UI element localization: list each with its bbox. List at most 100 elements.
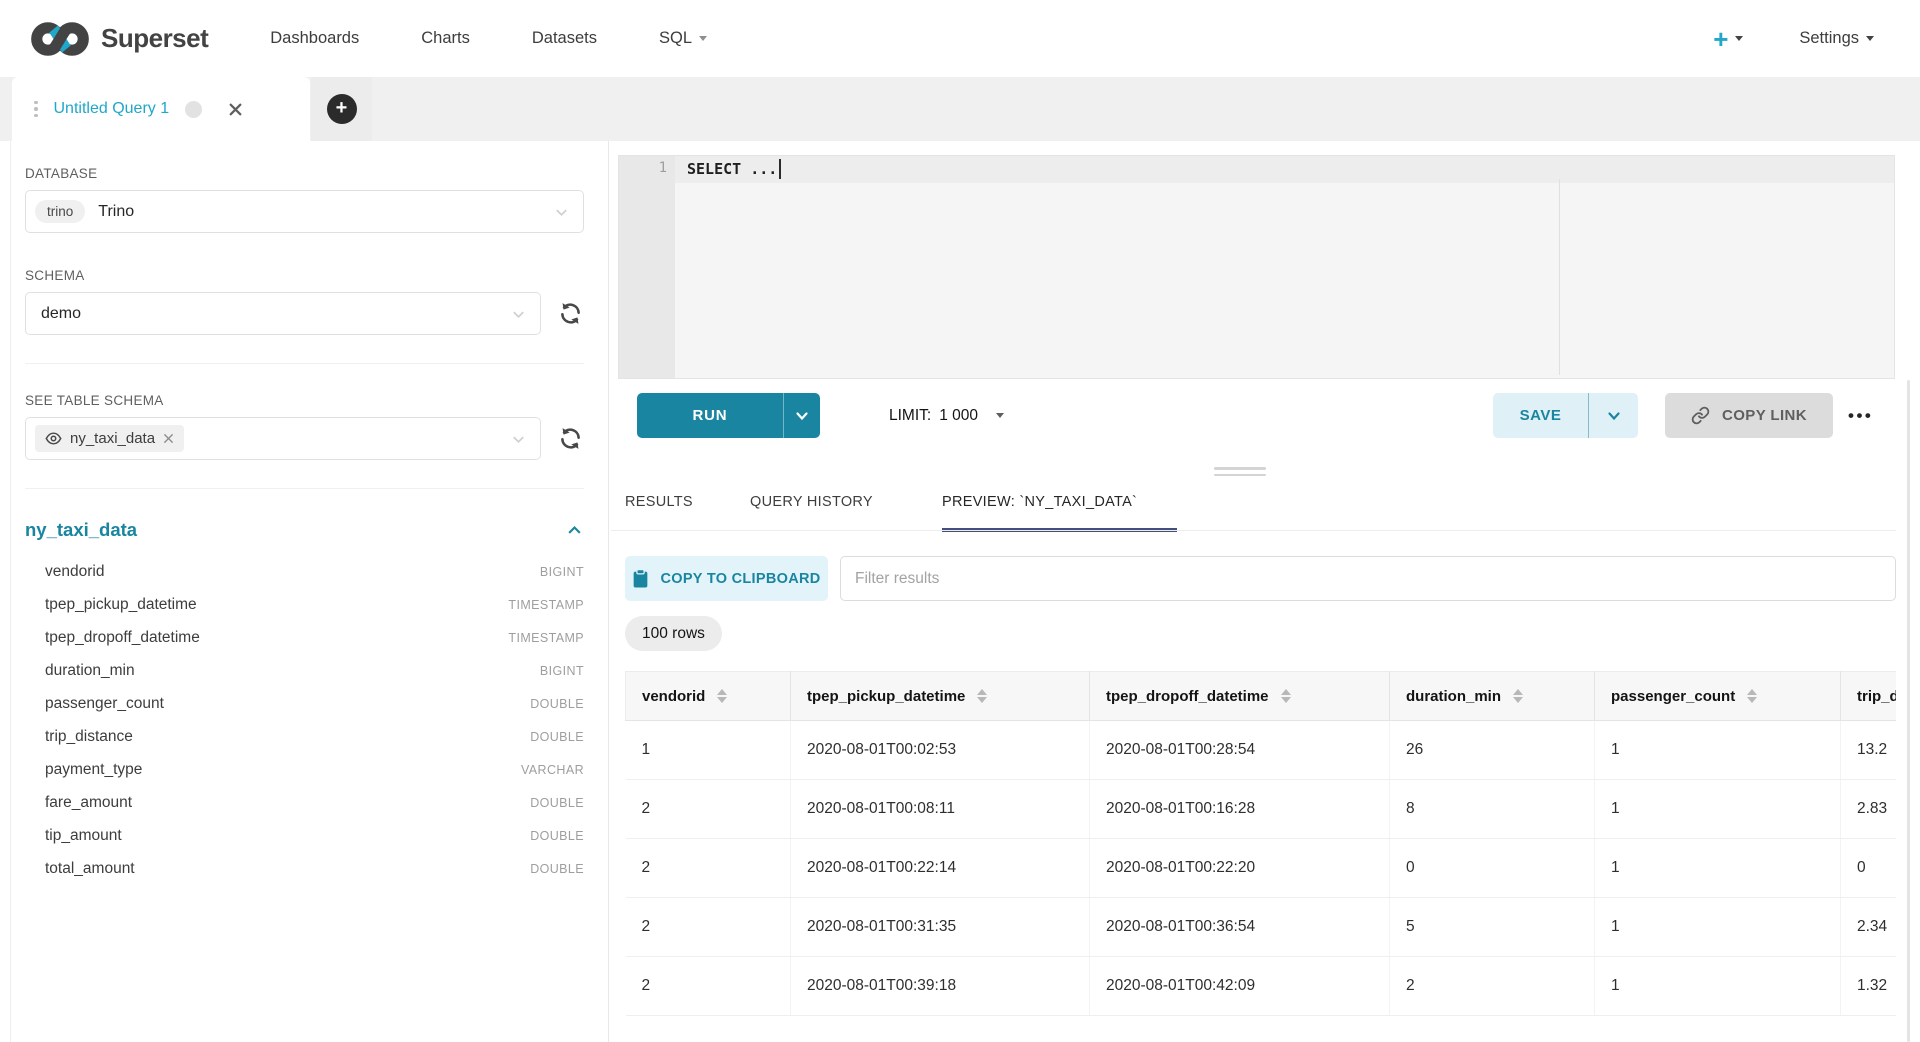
table-cell: 1: [1595, 780, 1841, 839]
table-cell: 2.83: [1841, 780, 1897, 839]
table-cell: 2: [626, 839, 791, 898]
table-cell: 2020-08-01T00:02:53: [791, 721, 1090, 780]
schema-column-row: tpep_dropoff_datetimeTIMESTAMP: [25, 621, 584, 654]
new-item-button[interactable]: +: [1713, 26, 1743, 52]
table-select[interactable]: ny_taxi_data: [25, 417, 541, 460]
query-status-dot: [185, 101, 202, 118]
results-body: 12020-08-01T00:02:532020-08-01T00:28:542…: [626, 721, 1897, 1016]
schema-column-row: fare_amountDOUBLE: [25, 786, 584, 819]
caret-down-icon: [996, 413, 1004, 418]
nav-item-charts[interactable]: Charts: [421, 29, 470, 48]
limit-label: LIMIT:: [889, 407, 931, 425]
eye-icon: [45, 430, 62, 447]
schema-column-row: total_amountDOUBLE: [25, 852, 584, 885]
table-cell: 1: [626, 721, 791, 780]
run-button[interactable]: RUN: [637, 393, 783, 438]
table-cell: 1: [1595, 957, 1841, 1016]
save-button[interactable]: SAVE: [1493, 393, 1588, 438]
column-header-label: passenger_count: [1611, 688, 1735, 705]
table-cell: 2020-08-01T00:22:14: [791, 839, 1090, 898]
add-tab-cell: +: [311, 77, 372, 141]
column-header-label: duration_min: [1406, 688, 1501, 705]
superset-infinity-icon: [29, 20, 91, 58]
link-icon: [1691, 406, 1710, 425]
column-name: trip_distance: [45, 728, 133, 746]
more-options-button[interactable]: •••: [1848, 393, 1873, 438]
copy-link-button[interactable]: COPY LINK: [1665, 393, 1833, 438]
remove-table-button[interactable]: [163, 433, 174, 444]
column-type: DOUBLE: [530, 829, 584, 843]
close-tab-button[interactable]: [228, 102, 243, 117]
pane-resize-handle[interactable]: [1214, 467, 1266, 480]
column-type: DOUBLE: [530, 730, 584, 744]
sort-icon: [1281, 689, 1291, 704]
vertical-scrollbar[interactable]: [1907, 380, 1910, 1042]
chevron-down-icon: [1606, 408, 1622, 424]
column-type: DOUBLE: [530, 796, 584, 810]
nav-item-datasets[interactable]: Datasets: [532, 29, 597, 48]
database-value: Trino: [98, 203, 134, 221]
schema-select[interactable]: demo: [25, 292, 541, 335]
nav-links: Dashboards Charts Datasets SQL: [270, 29, 707, 48]
database-select[interactable]: trino Trino: [25, 190, 584, 233]
column-header-vendorid[interactable]: vendorid: [626, 672, 791, 721]
nav-item-sql[interactable]: SQL: [659, 29, 707, 48]
column-header-tpep_pickup_datetime[interactable]: tpep_pickup_datetime: [791, 672, 1090, 721]
drag-handle-icon: [34, 101, 38, 118]
editor-gutter: [619, 156, 675, 378]
table-cell: 0: [1841, 839, 1897, 898]
tab-query-history[interactable]: QUERY HISTORY: [750, 494, 873, 510]
query-tab-title: Untitled Query 1: [54, 100, 170, 118]
table-cell: 1: [1595, 898, 1841, 957]
refresh-tables-button[interactable]: [557, 425, 584, 452]
editor-pane-divider[interactable]: [1559, 179, 1560, 375]
schema-column-row: trip_distance DOUBLE: [25, 720, 584, 753]
chevron-down-icon: [511, 307, 526, 322]
nav-item-dashboards[interactable]: Dashboards: [270, 29, 359, 48]
tab-results[interactable]: RESULTS: [625, 494, 693, 510]
table-cell: 2: [626, 957, 791, 1016]
chevron-down-icon: [794, 408, 810, 424]
editor-active-line: [619, 156, 1894, 183]
results-table-container: vendoridtpep_pickup_datetimetpep_dropoff…: [625, 671, 1896, 1016]
column-type: VARCHAR: [521, 763, 584, 777]
schema-column-row: tpep_pickup_datetimeTIMESTAMP: [25, 588, 584, 621]
sort-icon: [1513, 689, 1523, 704]
table-cell: 2020-08-01T00:39:18: [791, 957, 1090, 1016]
column-header-passenger_count[interactable]: passenger_count: [1595, 672, 1841, 721]
schema-column-row: passenger_countDOUBLE: [25, 687, 584, 720]
tab-preview-table[interactable]: PREVIEW: `NY_TAXI_DATA`: [942, 494, 1137, 510]
sql-code-line: SELECT ...: [687, 160, 777, 178]
table-cell: 2020-08-01T00:28:54: [1090, 721, 1390, 780]
column-type: DOUBLE: [530, 862, 584, 876]
query-tab[interactable]: Untitled Query 1: [12, 77, 310, 141]
run-options-button[interactable]: [783, 393, 820, 438]
schema-column-row: duration_minBIGINT: [25, 654, 584, 687]
column-header-duration_min[interactable]: duration_min: [1390, 672, 1595, 721]
close-icon: [163, 433, 174, 444]
table-cell: 2020-08-01T00:31:35: [791, 898, 1090, 957]
settings-menu[interactable]: Settings: [1799, 29, 1874, 48]
table-cell: 8: [1390, 780, 1595, 839]
schema-column-row: tip_amountDOUBLE: [25, 819, 584, 852]
save-options-button[interactable]: [1588, 393, 1638, 438]
column-header-tpep_dropoff_datetime[interactable]: tpep_dropoff_datetime: [1090, 672, 1390, 721]
column-header-trip_distance[interactable]: trip_distance: [1841, 672, 1897, 721]
filter-results-input[interactable]: [840, 556, 1896, 601]
copy-to-clipboard-button[interactable]: COPY TO CLIPBOARD: [625, 556, 828, 601]
table-cell: 2: [626, 898, 791, 957]
table-cell: 1: [1595, 839, 1841, 898]
table-cell: 2020-08-01T00:16:28: [1090, 780, 1390, 839]
superset-logo[interactable]: Superset: [29, 20, 208, 58]
table-cell: 13.2: [1841, 721, 1897, 780]
table-cell: 5: [1390, 898, 1595, 957]
table-cell: 1: [1595, 721, 1841, 780]
selected-table-tag: ny_taxi_data: [35, 425, 184, 452]
limit-dropdown[interactable]: LIMIT: 1 000: [889, 393, 1004, 438]
table-cell: 2: [1390, 957, 1595, 1016]
sql-editor[interactable]: 1 SELECT ...: [618, 155, 1895, 379]
nav-item-sql-label: SQL: [659, 29, 692, 48]
refresh-schemas-button[interactable]: [557, 300, 584, 327]
results-tab-bar: RESULTS QUERY HISTORY PREVIEW: `NY_TAXI_…: [0, 488, 1920, 531]
add-tab-button[interactable]: +: [327, 94, 357, 124]
